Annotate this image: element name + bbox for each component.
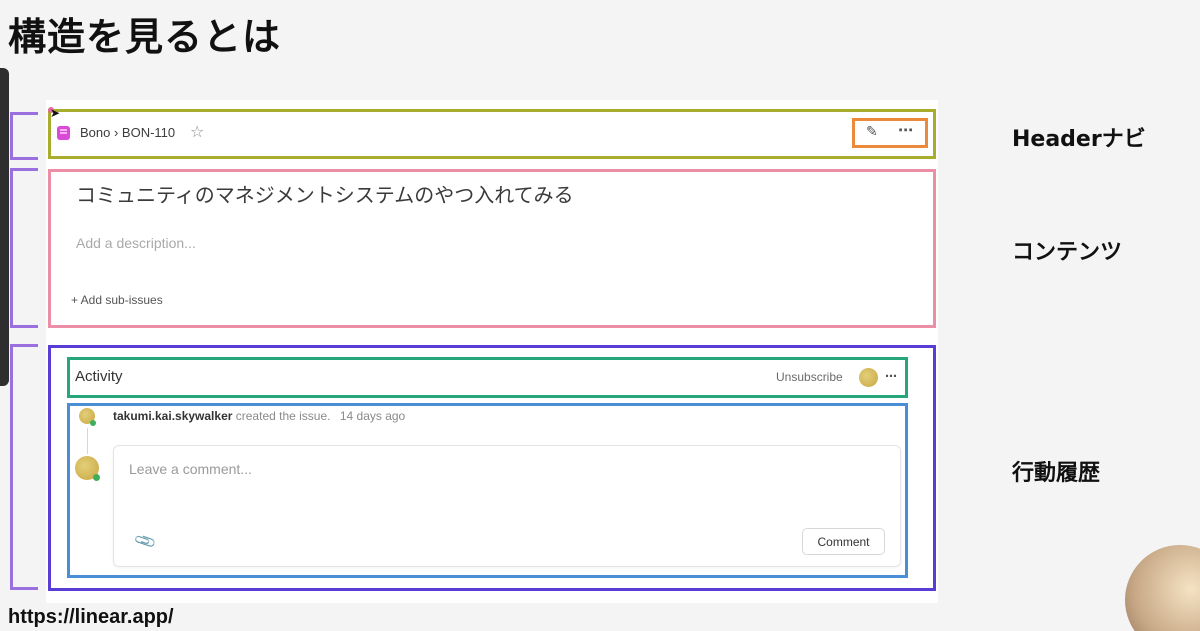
- activity-body-highlight: [67, 403, 908, 578]
- activity-label: 行動履歴: [1012, 461, 1101, 486]
- presenter-bubble: [1125, 545, 1200, 631]
- content-bracket: [10, 168, 38, 328]
- source-url[interactable]: https://linear.app/: [8, 606, 174, 629]
- header-nav-highlight: [48, 109, 936, 159]
- header-bracket: [10, 112, 38, 160]
- slide-title: 構造を見るとは: [8, 15, 282, 59]
- content-highlight: [48, 169, 936, 328]
- activity-header-highlight: [67, 357, 908, 398]
- header-label: Headerナビ: [1012, 127, 1146, 152]
- mouse-cursor-icon: ➤: [50, 106, 61, 120]
- content-label: コンテンツ: [1012, 240, 1123, 265]
- header-actions-highlight: [852, 118, 928, 148]
- side-panel: [0, 68, 9, 386]
- activity-bracket: [10, 344, 38, 590]
